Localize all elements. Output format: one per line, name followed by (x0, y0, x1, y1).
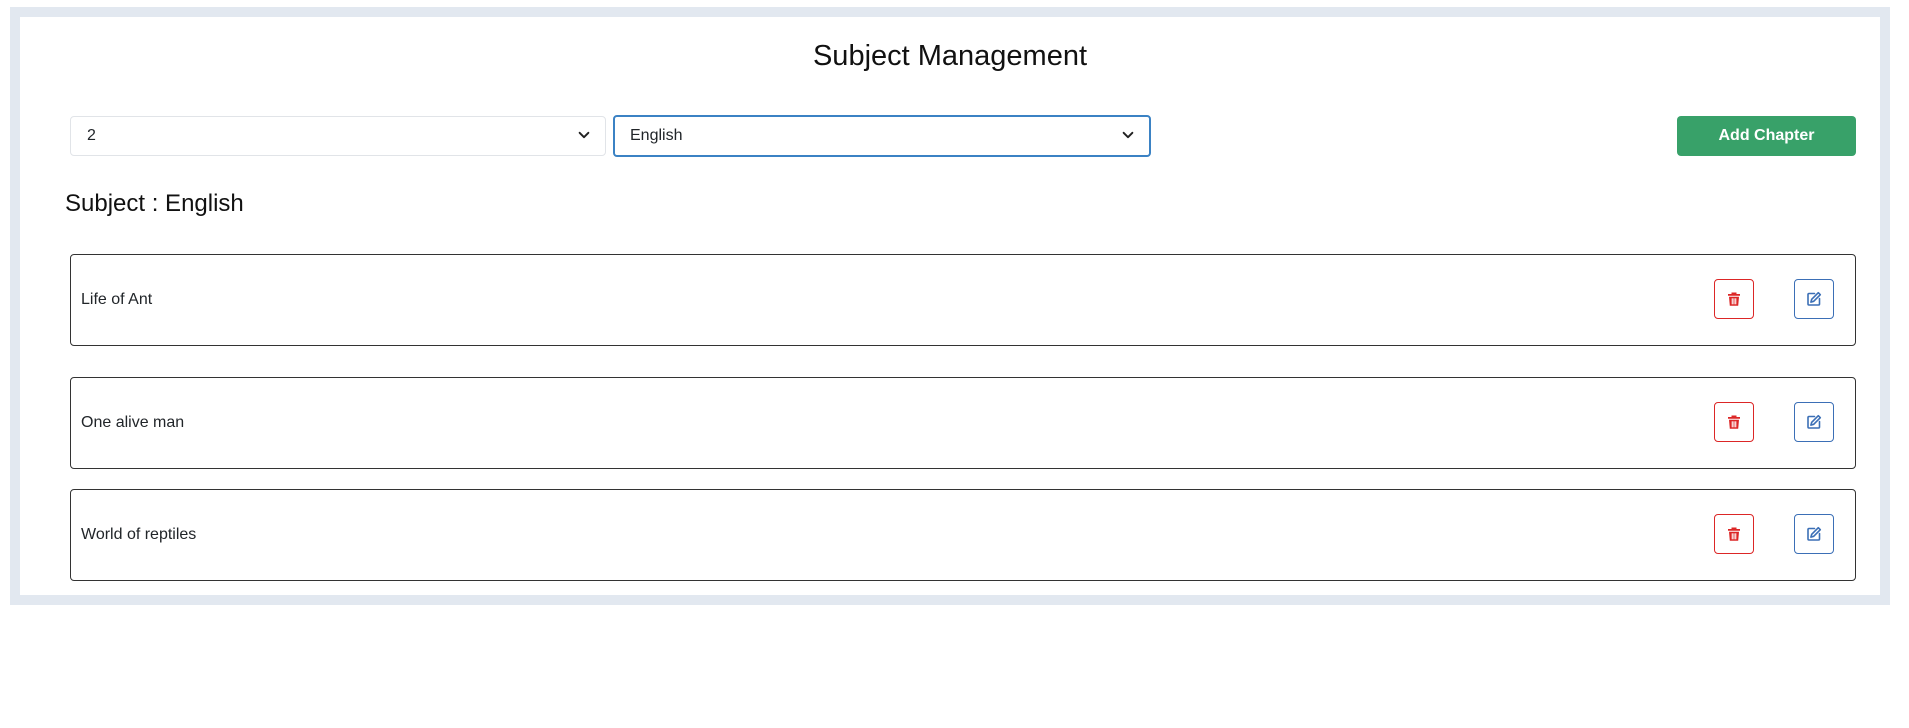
edit-icon (1807, 414, 1822, 429)
trash-icon (1728, 527, 1740, 541)
chapter-card: One alive man (70, 377, 1856, 469)
chevron-down-icon (578, 131, 590, 139)
trash-icon (1728, 292, 1740, 306)
delete-chapter-button[interactable] (1714, 514, 1754, 554)
edit-icon (1807, 526, 1822, 541)
chapter-name: Life of Ant (81, 291, 153, 308)
chevron-down-icon (1122, 131, 1134, 139)
edit-icon (1807, 291, 1822, 306)
subject-select[interactable]: English (613, 115, 1151, 157)
chapter-card: Life of Ant (70, 254, 1856, 346)
class-select[interactable]: 2 (70, 116, 606, 156)
edit-chapter-button[interactable] (1794, 279, 1834, 319)
delete-chapter-button[interactable] (1714, 279, 1754, 319)
trash-icon (1728, 415, 1740, 429)
subject-management-panel: Subject Management 2 English Add Chapter… (10, 7, 1890, 605)
chapter-card: World of reptiles (70, 489, 1856, 581)
delete-chapter-button[interactable] (1714, 402, 1754, 442)
class-select-value: 2 (87, 127, 96, 144)
edit-chapter-button[interactable] (1794, 514, 1834, 554)
subject-select-value: English (630, 127, 683, 144)
chapter-name: One alive man (81, 414, 185, 431)
subject-heading: Subject : English (65, 190, 244, 217)
page-title: Subject Management (812, 40, 1088, 72)
add-chapter-button[interactable]: Add Chapter (1677, 116, 1856, 156)
edit-chapter-button[interactable] (1794, 402, 1834, 442)
chapter-name: World of reptiles (81, 526, 197, 543)
